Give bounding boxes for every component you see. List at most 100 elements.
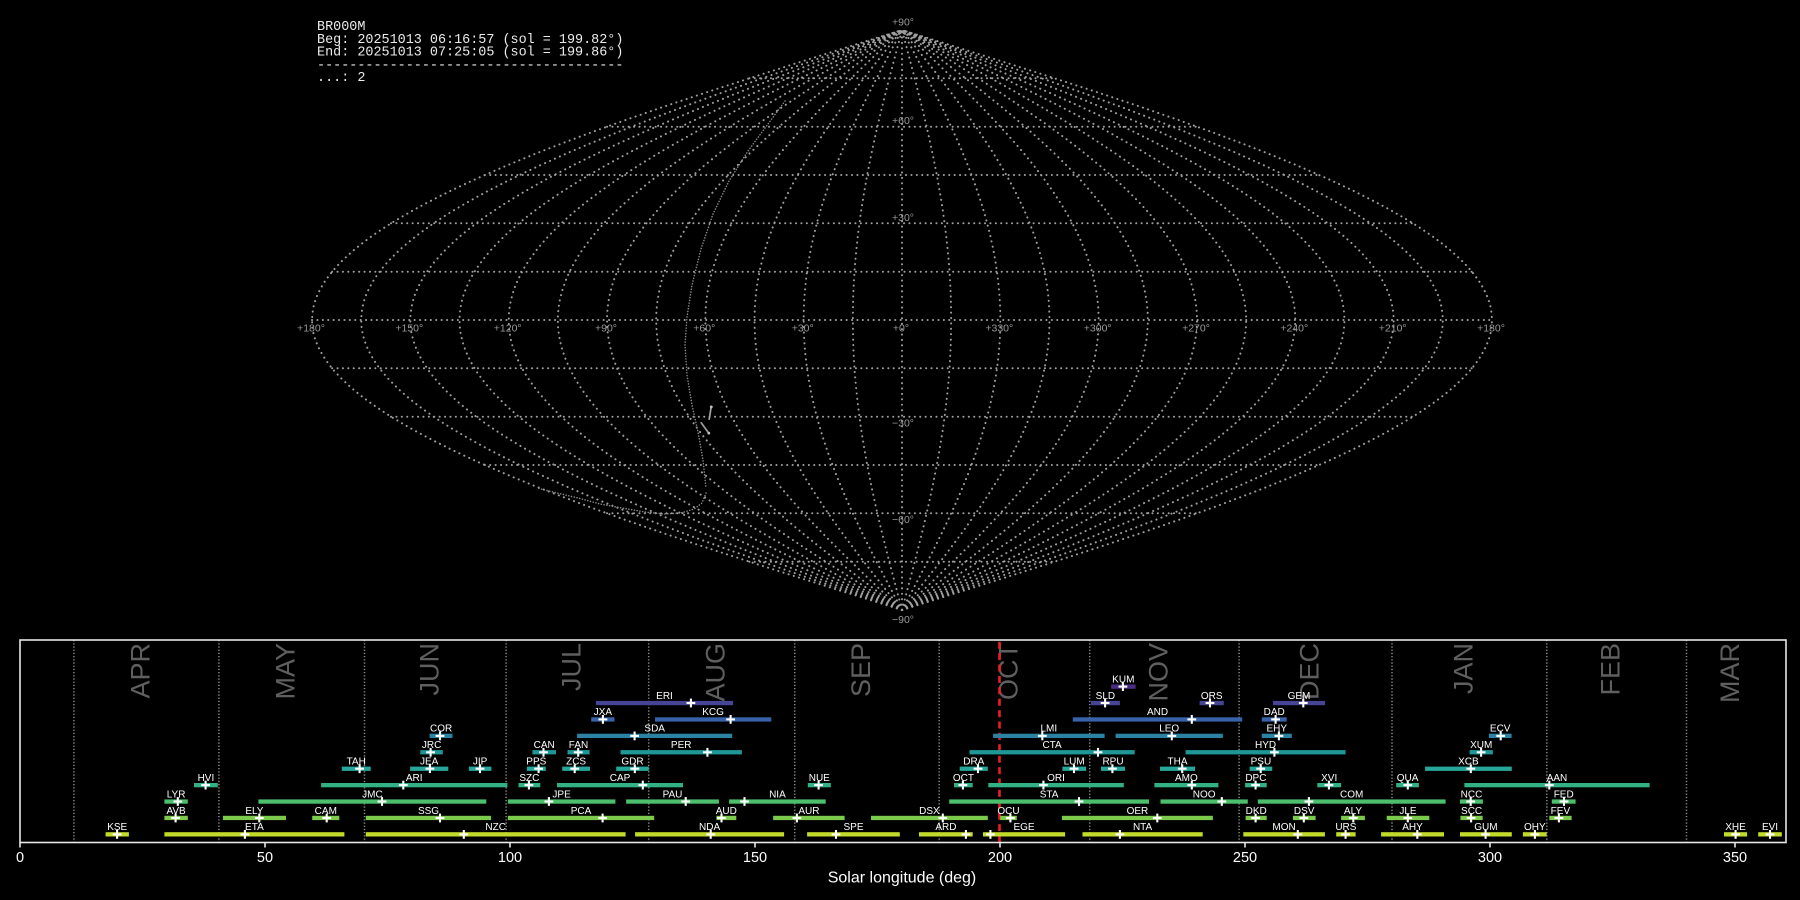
svg-text:MON: MON [1272, 822, 1295, 833]
svg-text:FED: FED [1554, 789, 1574, 800]
svg-text:HYD: HYD [1255, 740, 1276, 751]
svg-text:XHE: XHE [1725, 822, 1746, 833]
svg-text:JUN: JUN [414, 643, 444, 696]
svg-text:XCB: XCB [1458, 757, 1479, 768]
svg-text:COM: COM [1340, 789, 1363, 800]
svg-text:NOV: NOV [1143, 643, 1173, 702]
svg-text:TAH: TAH [347, 757, 366, 768]
svg-text:JEA: JEA [420, 757, 439, 768]
svg-text:NDA: NDA [699, 822, 720, 833]
svg-text:−60°: −60° [892, 514, 914, 526]
svg-text:PER: PER [671, 740, 692, 751]
svg-text:JXA: JXA [594, 707, 613, 718]
svg-text:JUL: JUL [556, 643, 586, 691]
svg-text:MAR: MAR [1715, 643, 1745, 703]
svg-text:LYR: LYR [167, 789, 186, 800]
svg-text:ERI: ERI [656, 691, 673, 702]
svg-text:CAM: CAM [315, 806, 337, 817]
svg-text:EGE: EGE [1013, 822, 1034, 833]
svg-text:ALY: ALY [1344, 806, 1362, 817]
svg-text:DKD: DKD [1246, 806, 1267, 817]
svg-text:LEO: LEO [1159, 724, 1179, 735]
svg-text:ZCS: ZCS [566, 757, 586, 768]
svg-text:+30°: +30° [792, 323, 814, 335]
svg-text:THA: THA [1168, 757, 1188, 768]
svg-text:−30°: −30° [892, 418, 914, 430]
svg-text:HVI: HVI [198, 773, 215, 784]
svg-text:JRC: JRC [422, 740, 441, 751]
svg-text:PSU: PSU [1251, 757, 1272, 768]
svg-text:JMC: JMC [362, 789, 383, 800]
svg-text:KUM: KUM [1112, 674, 1134, 685]
svg-text:URS: URS [1335, 822, 1356, 833]
svg-text:APR: APR [125, 643, 155, 699]
svg-text:GUM: GUM [1474, 822, 1497, 833]
svg-text:PAU: PAU [663, 789, 683, 800]
svg-text:FEB: FEB [1596, 643, 1626, 696]
svg-text:MAY: MAY [271, 643, 301, 700]
svg-text:+90°: +90° [595, 323, 617, 335]
svg-text:DRA: DRA [963, 757, 984, 768]
svg-text:200: 200 [988, 850, 1012, 866]
svg-text:AUD: AUD [716, 806, 737, 817]
svg-text:+0°: +0° [893, 323, 909, 335]
svg-text:LUM: LUM [1064, 757, 1085, 768]
svg-text:SLD: SLD [1096, 691, 1115, 702]
svg-text:NTA: NTA [1133, 822, 1153, 833]
svg-text:+30°: +30° [892, 212, 914, 224]
svg-text:SSG: SSG [418, 806, 439, 817]
svg-text:SDA: SDA [644, 724, 665, 735]
svg-text:OHY: OHY [1524, 822, 1546, 833]
svg-text:GDR: GDR [621, 757, 643, 768]
svg-text:OER: OER [1127, 806, 1149, 817]
svg-text:COR: COR [430, 724, 452, 735]
svg-text:100: 100 [498, 850, 522, 866]
svg-text:AUG: AUG [701, 643, 731, 702]
svg-text:+270°: +270° [1182, 323, 1210, 335]
svg-text:KSE: KSE [107, 822, 127, 833]
svg-text:EHY: EHY [1267, 724, 1288, 735]
svg-text:+300°: +300° [1084, 323, 1112, 335]
svg-text:RPU: RPU [1102, 757, 1123, 768]
svg-text:KCG: KCG [702, 707, 724, 718]
svg-text:CTA: CTA [1042, 740, 1062, 751]
svg-text:ORI: ORI [1047, 773, 1065, 784]
svg-text:SCC: SCC [1461, 806, 1482, 817]
svg-text:NUE: NUE [809, 773, 830, 784]
svg-text:350: 350 [1723, 850, 1747, 866]
svg-text:AND: AND [1147, 707, 1168, 718]
svg-text:ORS: ORS [1201, 691, 1223, 702]
svg-text:NOO: NOO [1193, 789, 1216, 800]
svg-text:+210°: +210° [1379, 323, 1407, 335]
svg-text:Solar longitude (deg): Solar longitude (deg) [828, 870, 977, 887]
svg-text:AAN: AAN [1547, 773, 1568, 784]
svg-text:SEP: SEP [846, 643, 876, 697]
svg-text:JLE: JLE [1399, 806, 1417, 817]
svg-text:AMO: AMO [1175, 773, 1198, 784]
svg-text:DSV: DSV [1294, 806, 1315, 817]
svg-text:XUM: XUM [1470, 740, 1492, 751]
svg-text:ECV: ECV [1490, 724, 1511, 735]
svg-text:OCT: OCT [953, 773, 974, 784]
svg-text:JAN: JAN [1448, 643, 1478, 694]
svg-text:DAD: DAD [1264, 707, 1285, 718]
svg-text:...: 2: ...: 2 [317, 71, 365, 86]
svg-text:JIP: JIP [473, 757, 488, 768]
svg-text:DSX: DSX [919, 806, 940, 817]
svg-text:+90°: +90° [892, 17, 914, 29]
svg-text:150: 150 [743, 850, 767, 866]
svg-text:+180°: +180° [297, 323, 325, 335]
svg-text:SZC: SZC [519, 773, 539, 784]
svg-text:+60°: +60° [892, 115, 914, 127]
svg-text:PCA: PCA [571, 806, 592, 817]
svg-text:250: 250 [1233, 850, 1257, 866]
svg-text:FAN: FAN [569, 740, 588, 751]
svg-text:OCT: OCT [994, 643, 1024, 700]
svg-text:+180°: +180° [1477, 323, 1505, 335]
svg-text:NIA: NIA [769, 789, 786, 800]
svg-text:ELY: ELY [245, 806, 263, 817]
svg-text:LMI: LMI [1040, 724, 1057, 735]
svg-text:STA: STA [1040, 789, 1059, 800]
svg-text:JPE: JPE [552, 789, 571, 800]
svg-text:SPE: SPE [843, 822, 863, 833]
